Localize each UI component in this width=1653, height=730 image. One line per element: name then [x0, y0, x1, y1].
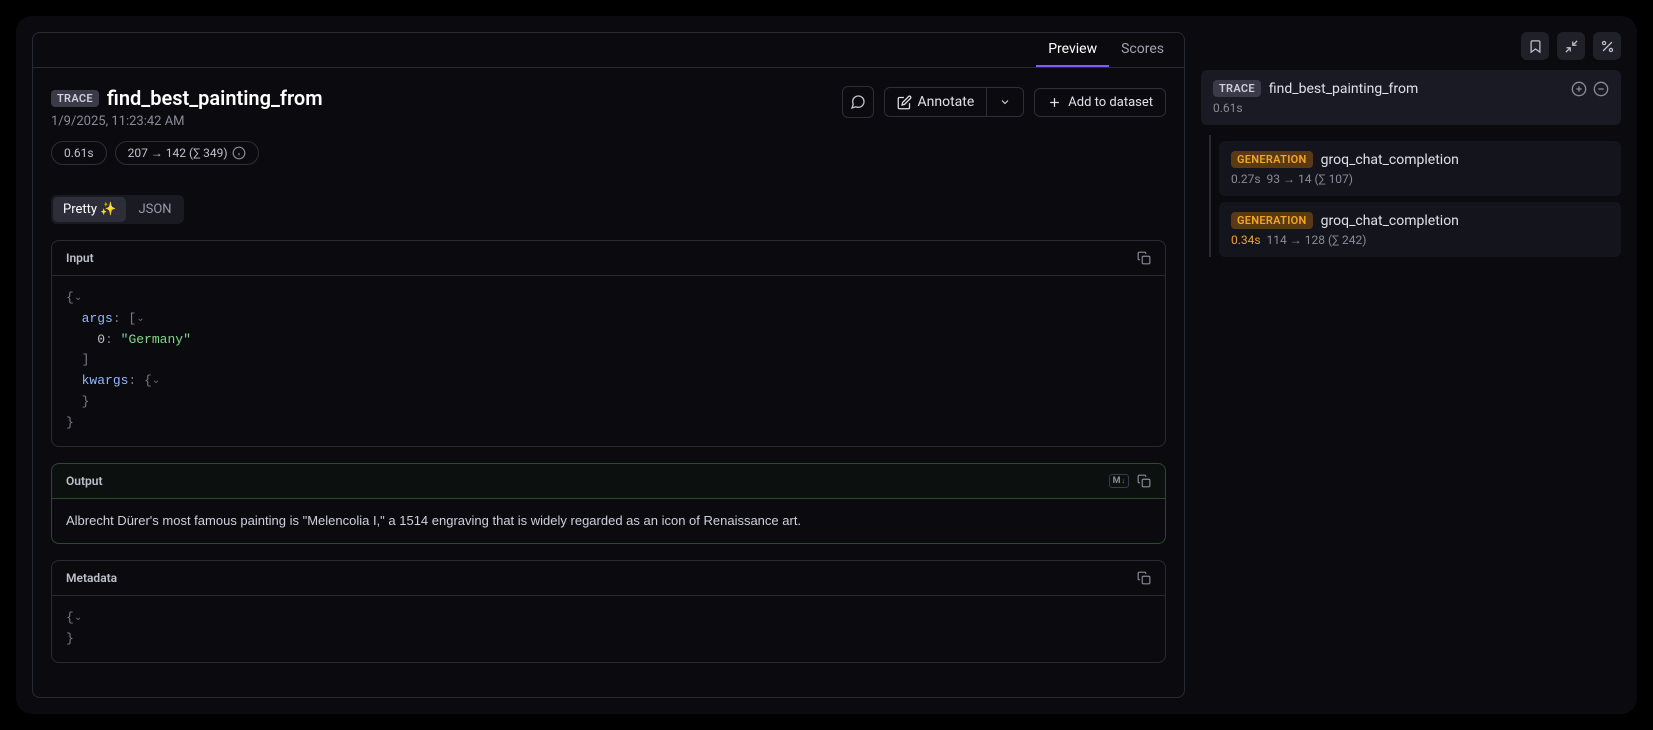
add-to-dataset-button[interactable]: Add to dataset — [1034, 88, 1166, 117]
metadata-body: {⌄ } — [52, 596, 1165, 662]
trace-tree-root[interactable]: TRACE find_best_painting_from 0.61s — [1201, 70, 1621, 125]
title-row: TRACE find_best_painting_from — [51, 86, 323, 110]
minus-circle-icon[interactable] — [1593, 81, 1609, 97]
annotate-button-group: Annotate — [884, 87, 1025, 117]
generation-badge: GENERATION — [1231, 212, 1313, 229]
view-toggle: Pretty ✨ JSON — [51, 195, 184, 224]
trace-tree-item[interactable]: GENERATION groq_chat_completion 0.34s 11… — [1219, 202, 1621, 257]
trace-tree-item[interactable]: GENERATION groq_chat_completion 0.27s 93… — [1219, 141, 1621, 196]
metadata-section: Metadata {⌄ } — [51, 560, 1166, 663]
copy-icon[interactable] — [1137, 474, 1151, 488]
trace-timestamp: 1/9/2025, 11:23:42 AM — [51, 114, 323, 129]
json-val-germany: "Germany" — [121, 332, 191, 347]
trace-item-tokens: 93 → 14 (∑ 107) — [1267, 172, 1353, 186]
view-pretty[interactable]: Pretty ✨ — [53, 197, 126, 222]
trace-item-duration: 0.34s — [1231, 233, 1261, 247]
tokens-pill: 207 → 142 (∑ 349) — [115, 141, 259, 165]
plus-circle-icon[interactable] — [1571, 81, 1587, 97]
json-idx-0: 0 — [97, 332, 105, 347]
annotate-button[interactable]: Annotate — [885, 88, 987, 116]
trace-badge: TRACE — [1213, 80, 1261, 97]
trace-item-duration: 0.27s — [1231, 172, 1261, 186]
annotate-dropdown[interactable] — [986, 88, 1023, 116]
action-row: Annotate Add to dataset — [842, 86, 1167, 118]
trace-badge: TRACE — [51, 90, 99, 107]
metadata-header: Metadata — [52, 561, 1165, 596]
tab-scores[interactable]: Scores — [1109, 33, 1176, 67]
input-section: Input {⌄ args: [⌄ 0: "Germany" ] kwargs:… — [51, 240, 1166, 447]
side-actions — [1201, 32, 1621, 60]
output-section: Output M↓ Albrecht Dürer's most famous p… — [51, 463, 1166, 545]
app-container: Preview Scores TRACE find_best_painting_… — [16, 16, 1637, 714]
duration-pill: 0.61s — [51, 141, 107, 165]
trace-item-name: groq_chat_completion — [1321, 213, 1459, 229]
collapse-button[interactable] — [1557, 32, 1585, 60]
comment-button[interactable] — [842, 86, 874, 118]
title-block: TRACE find_best_painting_from 1/9/2025, … — [51, 86, 323, 165]
trace-item-name: groq_chat_completion — [1321, 152, 1459, 168]
detail-header: TRACE find_best_painting_from 1/9/2025, … — [51, 86, 1166, 165]
side-panel: TRACE find_best_painting_from 0.61s GENE… — [1201, 32, 1621, 698]
copy-icon[interactable] — [1137, 251, 1151, 265]
main-panel: Preview Scores TRACE find_best_painting_… — [32, 32, 1185, 698]
percent-button[interactable] — [1593, 32, 1621, 60]
output-body: Albrecht Dürer's most famous painting is… — [52, 499, 1165, 544]
input-header: Input — [52, 241, 1165, 276]
markdown-icon[interactable]: M↓ — [1109, 474, 1129, 488]
view-json[interactable]: JSON — [128, 197, 181, 222]
trace-name: find_best_painting_from — [107, 86, 323, 110]
trace-tree-root-duration: 0.61s — [1213, 101, 1609, 115]
add-to-dataset-label: Add to dataset — [1068, 95, 1153, 110]
output-header: Output M↓ — [52, 464, 1165, 499]
copy-icon[interactable] — [1137, 571, 1151, 585]
generation-badge: GENERATION — [1231, 151, 1313, 168]
trace-tree-root-name: find_best_painting_from — [1269, 81, 1418, 97]
json-key-kwargs: kwargs — [82, 373, 129, 388]
json-key-args: args — [82, 311, 113, 326]
trace-item-tokens: 114 → 128 (∑ 242) — [1267, 233, 1367, 247]
annotate-label: Annotate — [918, 94, 975, 110]
bookmark-button[interactable] — [1521, 32, 1549, 60]
pill-row: 0.61s 207 → 142 (∑ 349) — [51, 141, 323, 165]
metadata-label: Metadata — [66, 571, 117, 585]
trace-tree-children: GENERATION groq_chat_completion 0.27s 93… — [1209, 135, 1621, 257]
tokens-text: 207 → 142 (∑ 349) — [128, 146, 228, 160]
tab-preview[interactable]: Preview — [1036, 33, 1109, 67]
input-label: Input — [66, 251, 94, 265]
detail-body: TRACE find_best_painting_from 1/9/2025, … — [33, 68, 1184, 697]
output-label: Output — [66, 474, 102, 488]
tabs-header: Preview Scores — [33, 33, 1184, 68]
info-icon[interactable] — [232, 146, 246, 160]
input-body: {⌄ args: [⌄ 0: "Germany" ] kwargs: {⌄ } … — [52, 276, 1165, 446]
